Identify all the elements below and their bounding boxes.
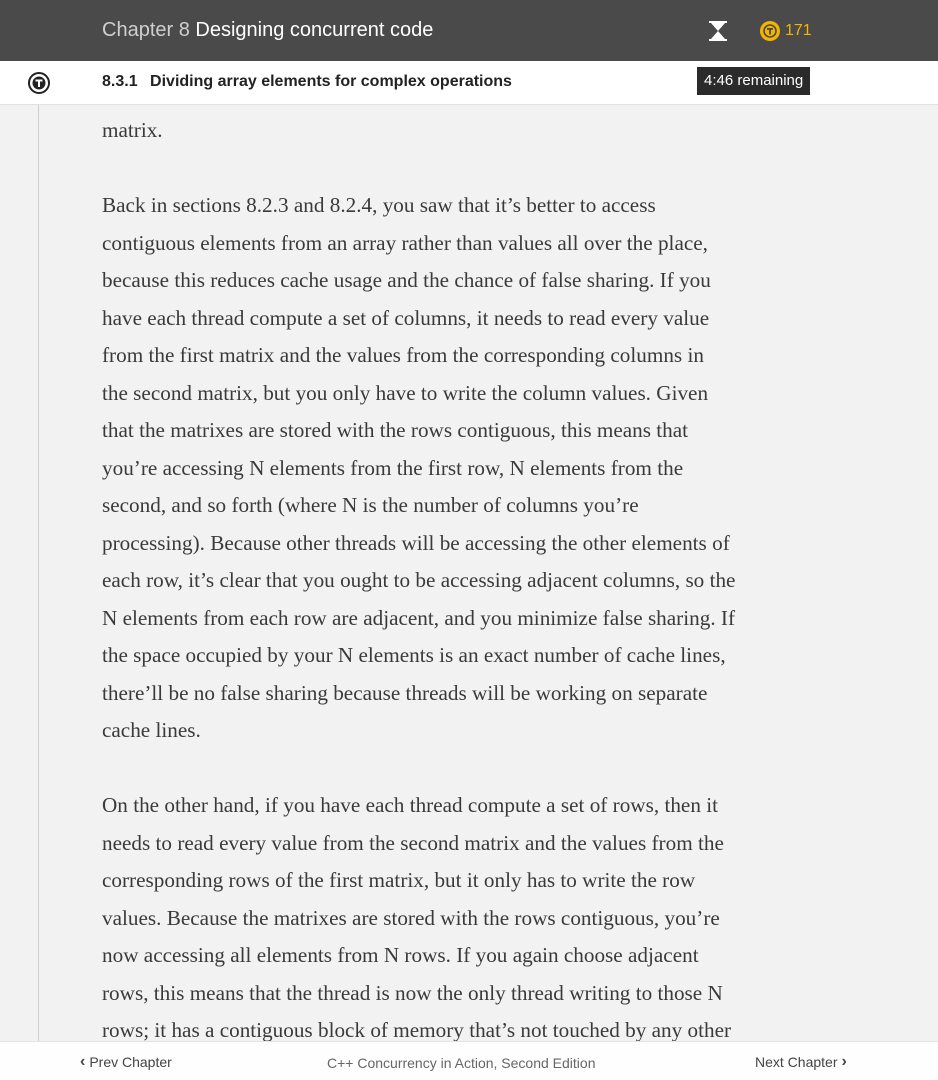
text-line: from the first matrix and the values fro…: [102, 343, 704, 367]
text-line: processing). Because other threads will …: [102, 530, 730, 555]
text-line: rows, this means that the thread is now …: [102, 980, 723, 1005]
text-line: needs to read every value from the secon…: [102, 830, 724, 855]
section-bar: 8.3.1 Dividing array elements for comple…: [0, 61, 938, 105]
text-line: have each thread compute a set of column…: [102, 305, 710, 330]
text-line: values. Because the matrixes are stored …: [102, 905, 720, 930]
text-line: you’re accessing N elements from the fir…: [102, 455, 684, 480]
chapter-name: Designing concurrent code: [195, 19, 434, 41]
book-title[interactable]: C++ Concurrency in Action, Second Editio…: [327, 1055, 596, 1071]
section-title: Dividing array elements for complex oper…: [150, 73, 512, 90]
text-line: there’ll be no false sharing because thr…: [102, 680, 708, 705]
text-line: now accessing all elements from N rows. …: [102, 943, 699, 967]
chevron-left-icon: ‹: [80, 1053, 86, 1070]
text-line: cache lines.: [102, 718, 201, 742]
prev-chapter-label: Prev Chapter: [89, 1054, 172, 1070]
publisher-logo-icon[interactable]: [28, 72, 50, 94]
reader-header: Chapter 8 Designing concurrent code 171: [0, 0, 938, 61]
text-line: matrix.: [102, 118, 163, 142]
token-badge[interactable]: 171: [760, 20, 812, 42]
reading-content: matrix. Back in sections 8.2.3 and 8.2.4,…: [102, 112, 838, 1050]
section-heading[interactable]: 8.3.1 Dividing array elements for comple…: [102, 73, 512, 91]
text-line: each row, it’s clear that you ought to b…: [102, 568, 736, 592]
text-line: N elements from each row are adjacent, a…: [102, 605, 736, 630]
text-line: second, and so forth (where N is the num…: [102, 493, 639, 517]
chevron-right-icon: ›: [841, 1053, 847, 1070]
text-line: because this reduces cache usage and the…: [102, 268, 711, 292]
prev-chapter-button[interactable]: ‹ Prev Chapter: [80, 1053, 172, 1071]
section-number: 8.3.1: [102, 73, 138, 90]
text-line: that the matrixes are stored with the ro…: [102, 418, 689, 442]
token-count: 171: [785, 22, 812, 39]
next-chapter-label: Next Chapter: [755, 1054, 838, 1070]
text-line: the space occupied by your N elements is…: [102, 643, 726, 667]
reader-footer: ‹ Prev Chapter C++ Concurrency in Action…: [0, 1041, 938, 1080]
next-chapter-button[interactable]: Next Chapter ›: [755, 1053, 847, 1071]
time-remaining-badge: 4:46 remaining: [697, 67, 811, 95]
hourglass-icon[interactable]: [706, 19, 730, 43]
text-line: the second matrix, but you only have to …: [102, 380, 709, 405]
text-line: corresponding rows of the first matrix, …: [102, 868, 696, 892]
left-margin-rule: [38, 105, 39, 1041]
text-line: On the other hand, if you have each thre…: [102, 793, 718, 817]
chapter-label: Chapter 8: [102, 19, 190, 41]
token-icon: [760, 21, 780, 41]
chapter-title[interactable]: Chapter 8 Designing concurrent code: [102, 17, 433, 43]
text-line: Back in sections 8.2.3 and 8.2.4, you sa…: [102, 193, 656, 217]
text-line: contiguous elements from an array rather…: [102, 230, 708, 255]
